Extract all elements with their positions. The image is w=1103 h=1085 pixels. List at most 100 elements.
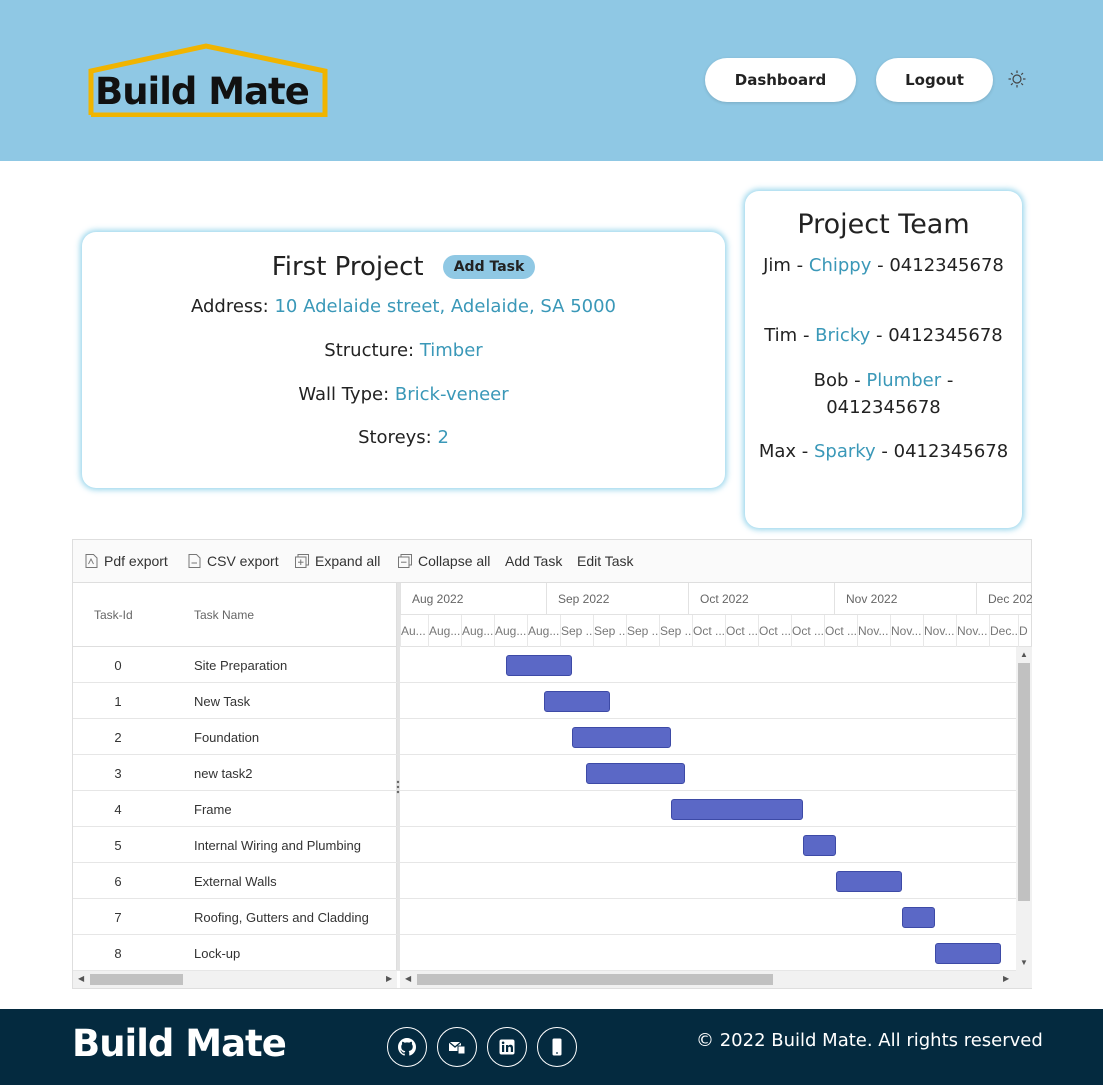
table-row[interactable]: 0 Site Preparation xyxy=(73,647,397,683)
address-label: Address: xyxy=(190,296,269,317)
task-grid: Task-Id Task Name 0 Site Preparation 1 New … xyxy=(73,583,397,971)
task-name-cell: External Walls xyxy=(194,874,277,889)
wall-type-value: Brick-veneer xyxy=(394,384,509,405)
chart-row xyxy=(400,755,1032,791)
footer: Build Mate © 2022 Build Mate. All rights… xyxy=(0,1009,1103,1085)
month-label: Nov 2022 xyxy=(846,592,898,606)
month-separator xyxy=(688,583,689,615)
footer-brand: Build Mate xyxy=(72,1022,287,1065)
table-row[interactable]: 7 Roofing, Gutters and Cladding xyxy=(73,899,397,935)
mail-icon[interactable] xyxy=(437,1027,477,1067)
member-role: Sparky xyxy=(813,441,876,462)
week-label: Sep ... xyxy=(627,624,659,638)
month-label: Dec 2022 xyxy=(988,592,1032,606)
column-header-task-name[interactable]: Task Name xyxy=(194,608,254,622)
scroll-down-icon[interactable]: ▼ xyxy=(1020,958,1028,967)
chart-row xyxy=(400,683,1032,719)
scroll-up-icon[interactable]: ▲ xyxy=(1020,650,1028,659)
week-label: Oct ... xyxy=(693,624,725,638)
project-card: First Project Add Task Address: 10 Adela… xyxy=(82,232,725,488)
task-bar[interactable] xyxy=(935,943,1001,964)
project-title: First Project xyxy=(271,252,424,282)
grid-horizontal-scroll-thumb[interactable] xyxy=(90,974,183,985)
pdf-export-button[interactable]: Pdf export xyxy=(85,553,168,569)
task-bar[interactable] xyxy=(902,907,935,928)
add-task-button[interactable]: Add Task xyxy=(442,255,536,279)
table-row[interactable]: 5 Internal Wiring and Plumbing xyxy=(73,827,397,863)
column-header-task-id[interactable]: Task-Id xyxy=(94,608,133,622)
task-id-cell: 6 xyxy=(114,874,122,889)
linkedin-icon[interactable] xyxy=(487,1027,527,1067)
table-row[interactable]: 2 Foundation xyxy=(73,719,397,755)
month-separator xyxy=(976,583,977,615)
dashboard-button[interactable]: Dashboard xyxy=(705,58,856,102)
chart-scroll-left-icon[interactable]: ◀ xyxy=(405,974,411,983)
task-bar[interactable] xyxy=(506,655,572,676)
logout-button[interactable]: Logout xyxy=(876,58,993,102)
member-name: Jim xyxy=(763,255,791,276)
structure-line: Structure: Timber xyxy=(82,340,725,361)
expand-icon xyxy=(295,554,309,568)
table-row[interactable]: 8 Lock-up xyxy=(73,935,397,971)
week-label: Sep ... xyxy=(561,624,593,638)
expand-all-button[interactable]: Expand all xyxy=(295,553,380,569)
task-id-cell: 8 xyxy=(114,946,122,961)
week-label: Au... xyxy=(401,624,426,638)
storeys-label: Storeys: xyxy=(358,427,432,448)
chart-row xyxy=(400,827,1032,863)
task-bar[interactable] xyxy=(544,691,610,712)
pdf-icon xyxy=(85,554,98,568)
csv-export-button[interactable]: CSV export xyxy=(188,553,279,569)
week-label: Aug... xyxy=(528,624,560,638)
task-id-cell: 3 xyxy=(114,766,122,781)
table-row[interactable]: 6 External Walls xyxy=(73,863,397,899)
task-id-cell: 1 xyxy=(114,694,122,709)
week-label: Aug... xyxy=(429,624,461,638)
week-label: D xyxy=(1019,624,1028,638)
table-row[interactable]: 1 New Task xyxy=(73,683,397,719)
task-id-cell: 2 xyxy=(114,730,122,745)
week-label: Dec... xyxy=(990,624,1018,638)
week-label: Nov... xyxy=(957,624,988,638)
team-member: Max - Sparky - 0412345678 xyxy=(758,441,1009,462)
week-label: Oct ... xyxy=(825,624,857,638)
table-row[interactable]: 4 Frame xyxy=(73,791,397,827)
task-bar[interactable] xyxy=(572,727,671,748)
task-bar[interactable] xyxy=(803,835,836,856)
chart-scroll-right-icon[interactable]: ▶ xyxy=(1003,974,1009,983)
task-id-cell: 7 xyxy=(114,910,122,925)
task-name-cell: Internal Wiring and Plumbing xyxy=(194,838,361,853)
task-bar[interactable] xyxy=(586,763,685,784)
edit-task-button[interactable]: Edit Task xyxy=(577,553,634,569)
task-bar[interactable] xyxy=(836,871,902,892)
mobile-icon[interactable] xyxy=(537,1027,577,1067)
expand-all-label: Expand all xyxy=(315,553,381,569)
copyright-text: © 2022 Build Mate. All rights reserved xyxy=(696,1030,1043,1051)
collapse-all-button[interactable]: Collapse all xyxy=(398,553,490,569)
week-label: Nov... xyxy=(858,624,889,638)
wall-type-line: Wall Type: Brick-veneer xyxy=(82,384,725,405)
chart-row xyxy=(400,791,1032,827)
sun-icon[interactable] xyxy=(1008,70,1026,88)
gantt-toolbar: Pdf export CSV export Expand all Collaps… xyxy=(73,540,1031,583)
grid-scroll-left-icon[interactable]: ◀ xyxy=(78,974,84,983)
team-member: Jim - Chippy - 0412345678 xyxy=(763,255,1004,276)
chart-horizontal-scroll-thumb[interactable] xyxy=(417,974,773,985)
csv-export-label: CSV export xyxy=(207,553,279,569)
table-row[interactable]: 3 new task2 xyxy=(73,755,397,791)
member-role: Plumber xyxy=(866,370,942,391)
task-name-cell: Frame xyxy=(194,802,232,817)
logo-text[interactable]: Build Mate xyxy=(95,70,310,113)
grid-scroll-right-icon[interactable]: ▶ xyxy=(386,974,392,983)
storeys-line: Storeys: 2 xyxy=(82,427,725,448)
collapse-all-label: Collapse all xyxy=(418,553,491,569)
header: Build Mate Dashboard Logout xyxy=(0,0,1103,161)
project-team-card: Project Team Jim - Chippy - 0412345678 T… xyxy=(745,191,1022,528)
toolbar-add-task-button[interactable]: Add Task xyxy=(505,553,562,569)
week-label: Sep ... xyxy=(660,624,692,638)
vertical-scroll-thumb[interactable] xyxy=(1018,663,1030,901)
week-label: Aug... xyxy=(495,624,527,638)
task-bar[interactable] xyxy=(671,799,803,820)
github-icon[interactable] xyxy=(387,1027,427,1067)
timeline-chart: Aug 2022 Sep 2022 Oct 2022 Nov 2022 Dec 2022… xyxy=(400,583,1032,971)
